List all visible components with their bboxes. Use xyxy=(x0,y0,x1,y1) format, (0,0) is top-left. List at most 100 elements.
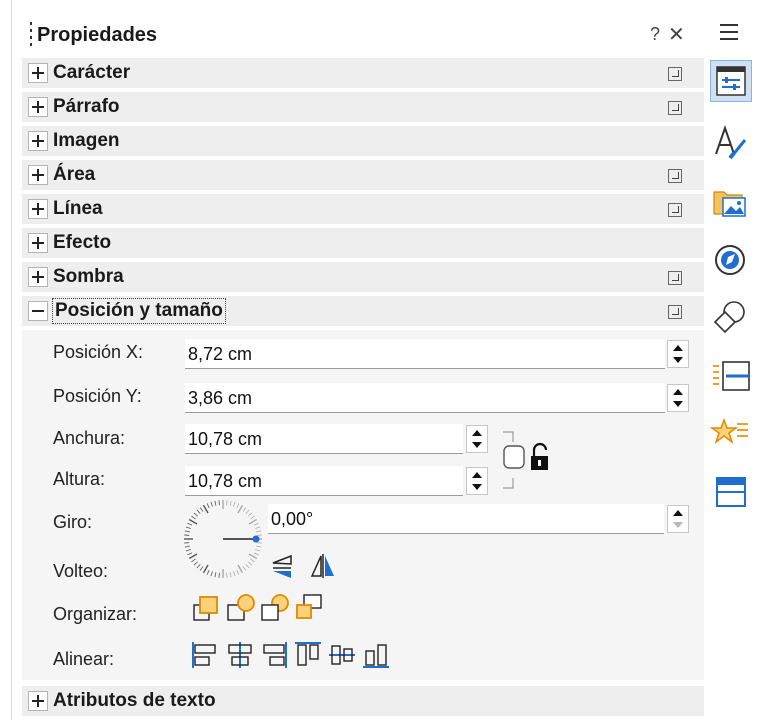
dial-tick xyxy=(256,530,262,533)
expand-icon[interactable] xyxy=(28,199,48,219)
dial-tick xyxy=(253,522,259,526)
dial-tick xyxy=(196,563,201,569)
dial-tick xyxy=(199,507,204,512)
height-field[interactable]: 10,78 cm xyxy=(185,466,463,496)
align-bottom-icon[interactable] xyxy=(361,640,391,670)
flip-vertical-icon[interactable] xyxy=(271,554,295,580)
dial-tick xyxy=(248,553,258,560)
send-to-back-icon[interactable] xyxy=(294,592,326,624)
dial-tick xyxy=(202,504,209,514)
pos-y-spin[interactable] xyxy=(667,384,689,412)
rotation-field[interactable]: 0,00° xyxy=(268,504,664,534)
pos-y-field[interactable]: 3,86 cm xyxy=(185,383,665,413)
align-middle-icon[interactable] xyxy=(327,640,357,670)
navigator-tab[interactable] xyxy=(710,240,752,282)
align-center-icon[interactable] xyxy=(225,640,255,670)
more-options-icon[interactable] xyxy=(668,203,682,217)
section-imagen[interactable]: Imagen xyxy=(22,126,704,156)
gallery-icon xyxy=(713,191,746,217)
height-spin[interactable] xyxy=(466,467,488,495)
animation-icon xyxy=(709,417,748,445)
grip-handle-icon[interactable] xyxy=(30,22,34,48)
section-parrafo[interactable]: Párrafo xyxy=(22,92,704,122)
send-backward-icon[interactable] xyxy=(260,592,292,624)
sidebar-menu-icon[interactable] xyxy=(720,24,738,45)
align-top-icon[interactable] xyxy=(293,640,323,670)
gallery-tab[interactable] xyxy=(710,182,752,224)
more-options-icon[interactable] xyxy=(668,169,682,183)
more-options-icon[interactable] xyxy=(668,271,682,285)
expand-icon[interactable] xyxy=(28,97,48,117)
height-label: Altura: xyxy=(53,469,106,489)
position-size-pane: Posición X: 8,72 cm Posición Y: 3,86 cm … xyxy=(22,330,704,680)
dial-tick xyxy=(233,571,236,577)
flip-horizontal-icon[interactable] xyxy=(309,552,337,580)
dial-tick xyxy=(236,569,240,575)
pos-x-spin[interactable] xyxy=(667,340,689,368)
dial-tick xyxy=(206,503,210,509)
dial-tick xyxy=(206,569,210,575)
section-efecto[interactable]: Efecto xyxy=(22,228,704,258)
width-spin[interactable] xyxy=(466,425,488,453)
dial-tick xyxy=(184,542,190,544)
dial-tick xyxy=(233,501,236,507)
dial-tick xyxy=(226,500,228,506)
bring-forward-icon[interactable] xyxy=(226,592,258,624)
dial-tick xyxy=(202,564,209,574)
expand-icon[interactable] xyxy=(28,691,48,711)
shapes-tab[interactable] xyxy=(710,298,752,340)
section-posicion-tamano[interactable]: Posición y tamaño xyxy=(22,296,704,326)
pos-x-label: Posición X: xyxy=(53,342,144,362)
section-title: Posición y tamaño xyxy=(52,298,226,324)
section-linea[interactable]: Línea xyxy=(22,194,704,224)
help-button[interactable]: ? xyxy=(650,24,660,45)
properties-icon xyxy=(716,66,746,96)
width-field[interactable]: 10,78 cm xyxy=(185,424,463,454)
dial-tick xyxy=(193,512,199,517)
align-right-icon[interactable] xyxy=(259,640,289,670)
section-atributos-texto[interactable]: Atributos de texto xyxy=(22,686,704,716)
rotation-dial[interactable] xyxy=(182,498,264,580)
more-options-icon[interactable] xyxy=(668,67,682,81)
flip-label: Volteo: xyxy=(53,561,109,581)
panel-title: Propiedades xyxy=(37,24,158,46)
styles-tab[interactable] xyxy=(710,122,752,164)
align-left-icon[interactable] xyxy=(191,640,221,670)
dial-tick xyxy=(253,552,259,556)
expand-icon[interactable] xyxy=(28,267,48,287)
close-button[interactable]: ✕ xyxy=(668,22,685,47)
dial-tick xyxy=(214,500,217,506)
expand-icon[interactable] xyxy=(28,165,48,185)
dial-tick xyxy=(256,545,262,548)
expand-icon[interactable] xyxy=(28,131,48,151)
slide-transition-tab[interactable] xyxy=(710,472,752,514)
more-options-icon[interactable] xyxy=(668,305,682,319)
panel-titlebar: Propiedades ? ✕ xyxy=(22,18,704,56)
properties-tab[interactable] xyxy=(710,60,752,102)
dial-tick xyxy=(193,561,199,566)
page-tab[interactable] xyxy=(710,356,752,398)
expand-icon[interactable] xyxy=(28,233,48,253)
dial-tick xyxy=(237,564,244,574)
section-sombra[interactable]: Sombra xyxy=(22,262,704,292)
dial-tick xyxy=(229,572,232,578)
expand-icon[interactable] xyxy=(28,63,48,83)
dial-tick xyxy=(247,512,253,517)
section-title: Línea xyxy=(53,198,103,219)
dial-tick xyxy=(218,500,220,506)
more-options-icon[interactable] xyxy=(668,101,682,115)
pos-x-field[interactable]: 8,72 cm xyxy=(185,339,665,369)
dial-tick xyxy=(185,549,191,552)
keep-ratio-lock-icon[interactable] xyxy=(500,430,560,490)
section-caracter[interactable]: Carácter xyxy=(22,58,704,88)
dial-tick xyxy=(196,509,201,515)
bring-to-front-icon[interactable] xyxy=(192,594,222,624)
dial-tick xyxy=(245,563,250,569)
animation-tab[interactable] xyxy=(709,414,752,456)
section-area[interactable]: Área xyxy=(22,160,704,190)
rotation-spin[interactable] xyxy=(667,505,689,533)
dial-tick xyxy=(242,566,247,571)
dial-tick xyxy=(184,534,190,536)
dial-tick xyxy=(245,509,250,515)
collapse-icon[interactable] xyxy=(28,301,48,321)
